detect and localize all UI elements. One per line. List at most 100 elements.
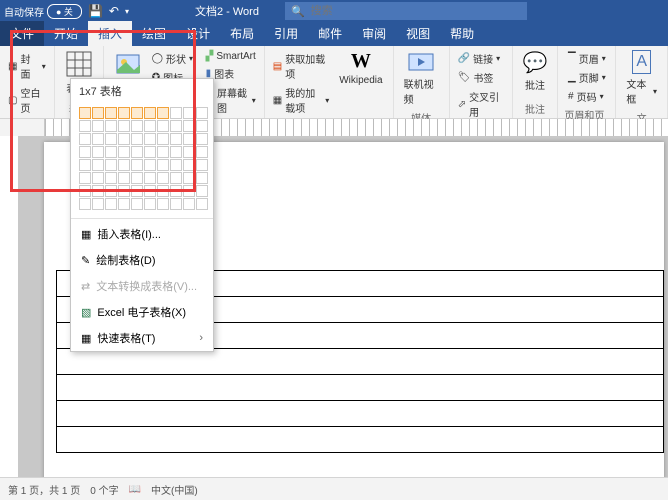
grid-cell[interactable]: [196, 133, 208, 145]
grid-cell[interactable]: [79, 146, 91, 158]
grid-cell[interactable]: [79, 107, 91, 119]
grid-cell[interactable]: [157, 133, 169, 145]
grid-cell[interactable]: [92, 198, 104, 210]
grid-cell[interactable]: [170, 107, 182, 119]
grid-cell[interactable]: [92, 133, 104, 145]
grid-cell[interactable]: [118, 107, 130, 119]
grid-cell[interactable]: [196, 107, 208, 119]
grid-cell[interactable]: [183, 133, 195, 145]
spellcheck-icon[interactable]: 📖: [129, 484, 141, 495]
grid-cell[interactable]: [196, 159, 208, 171]
textbox-button[interactable]: A 文本框▾: [622, 48, 661, 108]
grid-cell[interactable]: [144, 120, 156, 132]
grid-cell[interactable]: [131, 172, 143, 184]
table-row[interactable]: [56, 426, 664, 453]
autosave-toggle[interactable]: 自动保存 ● 关: [4, 4, 82, 19]
grid-cell[interactable]: [131, 185, 143, 197]
grid-cell[interactable]: [118, 172, 130, 184]
grid-cell[interactable]: [131, 133, 143, 145]
link-button[interactable]: 🔗链接▾: [456, 50, 506, 67]
grid-cell[interactable]: [118, 159, 130, 171]
grid-cell[interactable]: [170, 198, 182, 210]
table-row[interactable]: [56, 374, 664, 400]
grid-cell[interactable]: [118, 146, 130, 158]
grid-cell[interactable]: [79, 198, 91, 210]
tab-design[interactable]: 设计: [176, 21, 220, 46]
tab-file[interactable]: 文件: [0, 21, 44, 46]
grid-cell[interactable]: [105, 107, 117, 119]
grid-cell[interactable]: [170, 172, 182, 184]
vertical-ruler[interactable]: [0, 136, 19, 478]
grid-cell[interactable]: [170, 133, 182, 145]
tab-home[interactable]: 开始: [44, 21, 88, 46]
tab-draw[interactable]: 绘图: [132, 21, 176, 46]
status-page[interactable]: 第 1 页，共 1 页: [8, 482, 80, 497]
grid-cell[interactable]: [196, 146, 208, 158]
grid-cell[interactable]: [170, 159, 182, 171]
insert-table-item[interactable]: ▦插入表格(I)...: [71, 221, 213, 247]
grid-cell[interactable]: [157, 159, 169, 171]
grid-cell[interactable]: [131, 159, 143, 171]
search-input[interactable]: [309, 4, 521, 18]
grid-cell[interactable]: [170, 185, 182, 197]
footer-button[interactable]: ▁页脚▾: [566, 69, 608, 86]
grid-cell[interactable]: [105, 133, 117, 145]
smartart-button[interactable]: ▞SmartArt: [204, 50, 258, 63]
grid-cell[interactable]: [131, 146, 143, 158]
grid-cell[interactable]: [131, 107, 143, 119]
tab-help[interactable]: 帮助: [440, 21, 484, 46]
grid-cell[interactable]: [105, 172, 117, 184]
grid-cell[interactable]: [157, 172, 169, 184]
grid-cell[interactable]: [118, 198, 130, 210]
grid-cell[interactable]: [92, 159, 104, 171]
grid-cell[interactable]: [183, 120, 195, 132]
blank-page-button[interactable]: ▢空白页: [6, 84, 48, 116]
status-language[interactable]: 中文(中国): [151, 482, 198, 497]
grid-cell[interactable]: [79, 159, 91, 171]
grid-cell[interactable]: [92, 146, 104, 158]
grid-cell[interactable]: [144, 185, 156, 197]
grid-cell[interactable]: [105, 198, 117, 210]
table-size-grid[interactable]: [71, 103, 213, 216]
grid-cell[interactable]: [196, 172, 208, 184]
grid-cell[interactable]: [131, 198, 143, 210]
grid-cell[interactable]: [157, 146, 169, 158]
grid-cell[interactable]: [92, 172, 104, 184]
grid-cell[interactable]: [157, 120, 169, 132]
tab-insert[interactable]: 插入: [88, 21, 132, 46]
grid-cell[interactable]: [183, 107, 195, 119]
grid-cell[interactable]: [144, 198, 156, 210]
grid-cell[interactable]: [79, 120, 91, 132]
grid-cell[interactable]: [144, 133, 156, 145]
cover-page-button[interactable]: ▦封面▾: [6, 50, 48, 82]
undo-icon[interactable]: ↶: [109, 4, 119, 18]
crossref-button[interactable]: ⬀交叉引用: [456, 88, 506, 120]
grid-cell[interactable]: [183, 198, 195, 210]
grid-cell[interactable]: [92, 185, 104, 197]
grid-cell[interactable]: [144, 107, 156, 119]
quick-tables-item[interactable]: ▦快速表格(T)›: [71, 325, 213, 351]
autosave-switch[interactable]: ● 关: [47, 4, 82, 19]
grid-cell[interactable]: [157, 185, 169, 197]
draw-table-item[interactable]: ✎绘制表格(D): [71, 247, 213, 273]
tab-review[interactable]: 审阅: [352, 21, 396, 46]
grid-cell[interactable]: [92, 120, 104, 132]
grid-cell[interactable]: [118, 120, 130, 132]
grid-cell[interactable]: [92, 107, 104, 119]
grid-cell[interactable]: [118, 185, 130, 197]
grid-cell[interactable]: [105, 159, 117, 171]
grid-cell[interactable]: [144, 172, 156, 184]
status-words[interactable]: 0 个字: [90, 482, 118, 497]
wikipedia-button[interactable]: W Wikipedia: [335, 48, 386, 88]
grid-cell[interactable]: [196, 198, 208, 210]
tab-view[interactable]: 视图: [396, 21, 440, 46]
get-addins-button[interactable]: ▤获取加载项: [271, 50, 331, 82]
excel-table-item[interactable]: ▧Excel 电子表格(X): [71, 299, 213, 325]
tab-references[interactable]: 引用: [264, 21, 308, 46]
grid-cell[interactable]: [183, 185, 195, 197]
search-box[interactable]: 🔍: [285, 2, 527, 20]
grid-cell[interactable]: [144, 159, 156, 171]
my-addins-button[interactable]: ▦我的加载项▾: [271, 84, 331, 116]
online-video-button[interactable]: 联机视频: [400, 48, 443, 108]
grid-cell[interactable]: [196, 120, 208, 132]
